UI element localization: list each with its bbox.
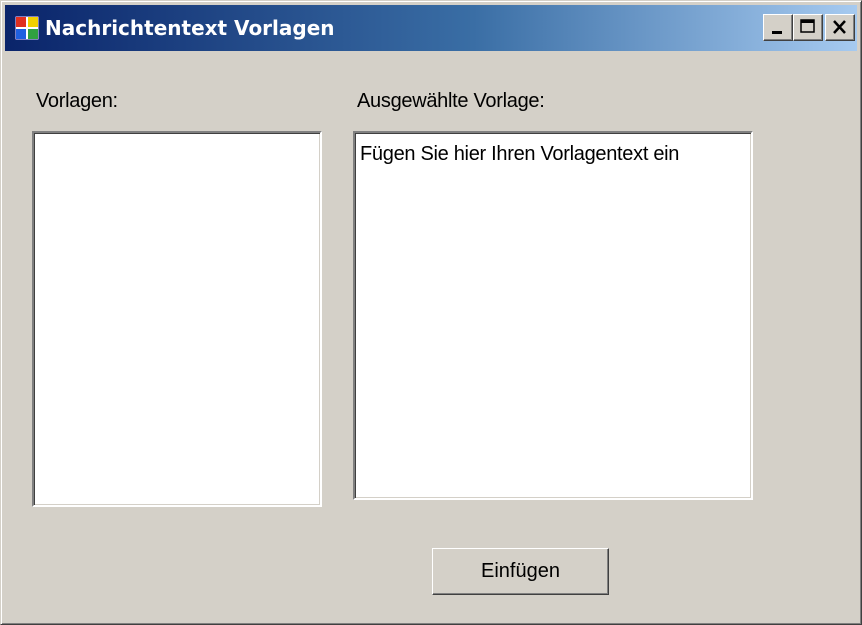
template-text: Fügen Sie hier Ihren Vorlagentext ein [360,143,680,165]
application-icon [14,15,40,41]
close-icon [833,20,846,34]
close-button[interactable] [825,14,855,41]
templates-label: Vorlagen: [36,90,118,112]
window-title: Nachrichtentext Vorlagen [45,16,335,40]
maximize-button[interactable] [793,14,823,41]
templates-listbox[interactable] [32,131,322,507]
title-bar[interactable]: Nachrichtentext Vorlagen [5,5,857,51]
minimize-button[interactable] [763,14,793,41]
minimize-icon [772,31,782,34]
maximize-icon [800,19,815,33]
dialog-window: Nachrichtentext Vorlagen Vorlagen: Ausge… [0,0,862,625]
template-text-field[interactable]: Fügen Sie hier Ihren Vorlagentext ein [353,131,753,500]
insert-button[interactable]: Einfügen [432,548,609,595]
selected-template-label: Ausgewählte Vorlage: [357,90,545,112]
